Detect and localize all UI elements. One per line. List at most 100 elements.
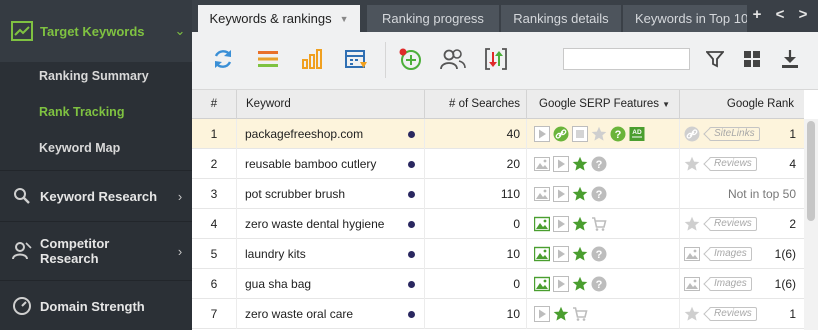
- refresh-icon[interactable]: [208, 44, 238, 74]
- image-green-icon: [534, 216, 550, 232]
- column-header-num[interactable]: #: [192, 90, 236, 119]
- bar-chart-icon[interactable]: [297, 44, 327, 74]
- cell-keyword[interactable]: reusable bamboo cutlery: [245, 149, 405, 179]
- tab-keywords-in-top-10[interactable]: Keywords in Top 10: [623, 5, 747, 32]
- svg-text:?: ?: [596, 249, 603, 261]
- cell-searches: 0: [513, 217, 520, 231]
- sidebar-item-label: Competitor Research: [40, 236, 110, 266]
- cell-google-rank: 1: [789, 307, 796, 321]
- cell-num: 6: [210, 277, 218, 291]
- sidebar-item-keyword-research[interactable]: Keyword Research ›: [0, 171, 192, 221]
- star-icon: [572, 156, 588, 172]
- chevron-down-icon[interactable]: ▼: [662, 90, 670, 119]
- cell-num: 4: [210, 217, 218, 231]
- scroll-tabs-right-button[interactable]: >: [793, 6, 813, 23]
- image-green-icon: [534, 276, 550, 292]
- cell-keyword[interactable]: laundry kits: [245, 239, 405, 269]
- vertical-scrollbar[interactable]: [804, 119, 818, 330]
- add-tab-button[interactable]: +: [747, 6, 767, 23]
- cell-searches: 110: [500, 187, 520, 201]
- download-icon[interactable]: [775, 44, 805, 74]
- calendar-icon[interactable]: [341, 44, 371, 74]
- svg-text:?: ?: [615, 129, 622, 141]
- question-icon: ?: [591, 276, 607, 292]
- sidebar-subitem-ranking-summary[interactable]: Ranking Summary: [39, 69, 149, 83]
- sidebar-item-target-keywords[interactable]: Target Keywords ⌄: [0, 0, 192, 62]
- status-dot-icon: [408, 281, 415, 288]
- table-row[interactable]: 6 gua sha bag 0? Images 1(6): [192, 269, 804, 299]
- chart-icon: [4, 21, 40, 41]
- table-row[interactable]: 7 zero waste oral care 10 Reviews 1: [192, 299, 804, 329]
- serp-features: [534, 209, 607, 239]
- serp-features: ? AD: [534, 119, 645, 149]
- table-row[interactable]: 4 zero waste dental hygiene 0 Reviews 2: [192, 209, 804, 239]
- table-row[interactable]: 5 laundry kits 10? Images 1(6): [192, 239, 804, 269]
- cell-google-rank: Not in top 50: [727, 187, 796, 201]
- chevron-down-icon[interactable]: ▼: [340, 14, 349, 24]
- chevron-right-icon: ›: [177, 243, 183, 259]
- cell-google-rank: 2: [789, 217, 796, 231]
- question-icon: ?: [591, 186, 607, 202]
- cell-keyword[interactable]: pot scrubber brush: [245, 179, 405, 209]
- star-icon: [591, 126, 607, 142]
- ad-icon: AD: [629, 126, 645, 142]
- cell-google-rank: 4: [789, 157, 796, 171]
- svg-text:?: ?: [596, 279, 603, 291]
- table-row[interactable]: 2 reusable bamboo cutlery 20? Reviews 4: [192, 149, 804, 179]
- cell-searches: 10: [506, 247, 520, 261]
- serp-features: [534, 299, 588, 329]
- list-icon[interactable]: [253, 44, 283, 74]
- status-dot-icon: [408, 221, 415, 228]
- scrollbar-thumb[interactable]: [807, 121, 815, 221]
- column-header-serp-features[interactable]: Google SERP Features ▼: [526, 90, 679, 119]
- column-header-label: Google SERP Features: [539, 98, 659, 110]
- sidebar-subitem-rank-tracking[interactable]: Rank Tracking: [39, 105, 124, 119]
- image-green-icon: [534, 246, 550, 262]
- cell-keyword[interactable]: packagefreeshop.com: [245, 119, 405, 149]
- video-icon: [553, 276, 569, 292]
- sidebar-subitem-keyword-map[interactable]: Keyword Map: [39, 141, 120, 155]
- tab-label: Ranking progress: [382, 11, 484, 26]
- question-icon: ?: [610, 126, 626, 142]
- status-dot-icon: [408, 161, 415, 168]
- star-icon: [553, 306, 569, 322]
- image-icon: [534, 186, 550, 202]
- column-header-google-rank[interactable]: Google Rank: [679, 90, 804, 119]
- cell-searches: 40: [506, 127, 520, 141]
- column-header-searches[interactable]: # of Searches: [424, 90, 526, 119]
- status-dot-icon: [408, 191, 415, 198]
- svg-text:AD: AD: [632, 129, 642, 136]
- table-row[interactable]: 3 pot scrubber brush 110? Not in top 50: [192, 179, 804, 209]
- add-keyword-icon[interactable]: [395, 44, 425, 74]
- status-dot-icon: [408, 311, 415, 318]
- scroll-tabs-left-button[interactable]: <: [770, 6, 790, 23]
- cell-keyword[interactable]: zero waste dental hygiene: [245, 209, 405, 239]
- cell-keyword[interactable]: zero waste oral care: [245, 299, 405, 329]
- cell-google-rank: 1: [789, 127, 796, 141]
- column-header-keyword[interactable]: Keyword: [236, 90, 424, 119]
- filter-icon[interactable]: [700, 44, 730, 74]
- users-icon[interactable]: [438, 44, 468, 74]
- sidebar-item-domain-strength[interactable]: Domain Strength: [0, 281, 192, 330]
- video-icon: [553, 246, 569, 262]
- tab-keywords-rankings[interactable]: Keywords & rankings ▼: [198, 5, 360, 32]
- video-icon: [534, 306, 550, 322]
- tab-rankings-details[interactable]: Rankings details: [501, 5, 621, 32]
- sort-icon[interactable]: [481, 44, 511, 74]
- tab-label: Rankings details: [513, 11, 609, 26]
- sidebar-item-label: Target Keywords: [40, 23, 145, 39]
- svg-text:?: ?: [596, 159, 603, 171]
- table-row[interactable]: 1 packagefreeshop.com 40? AD SiteLinks 1: [192, 119, 804, 149]
- sidebar-item-competitor-research[interactable]: Competitor Research ›: [0, 222, 192, 280]
- grid-icon[interactable]: [737, 44, 767, 74]
- cell-keyword[interactable]: gua sha bag: [245, 269, 405, 299]
- question-icon: ?: [591, 246, 607, 262]
- tab-ranking-progress[interactable]: Ranking progress: [367, 5, 499, 32]
- search-input[interactable]: [563, 48, 690, 70]
- tab-bar: Keywords & rankings ▼ Ranking progress R…: [192, 0, 818, 32]
- sidebar-item-label: Domain Strength: [40, 298, 145, 314]
- image-icon: [534, 156, 550, 172]
- link-icon: [553, 126, 569, 142]
- toolbar: [192, 32, 818, 90]
- cart-icon: [572, 306, 588, 322]
